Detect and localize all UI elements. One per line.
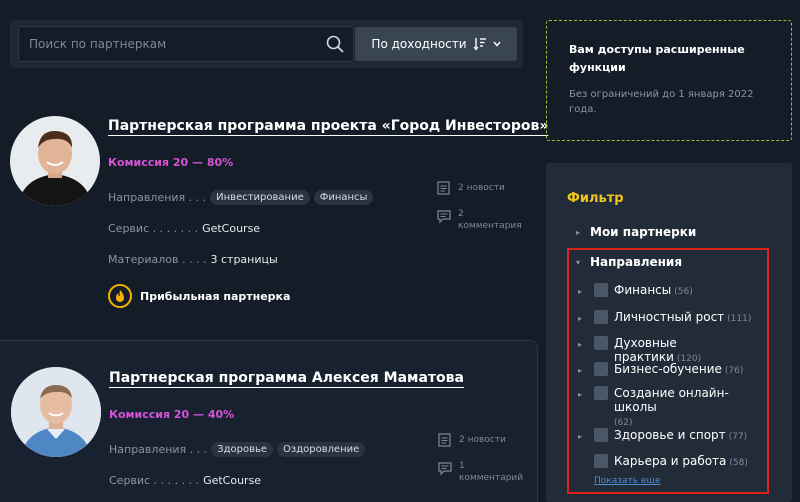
promo-title: Вам доступы расширенные функции xyxy=(569,43,745,74)
promo-text: Без ограничений до 1 января 2022 года. xyxy=(569,89,754,115)
news-count[interactable]: 2 новости xyxy=(436,180,505,196)
filter-my-partners[interactable]: ▸ Мои партнерки xyxy=(576,225,696,239)
highlight-frame xyxy=(567,248,769,494)
extended-access-notice: Вам доступы расширенные функции Без огра… xyxy=(546,20,792,141)
service-value: GetCourse xyxy=(202,222,261,235)
flame-icon xyxy=(108,284,132,308)
card-title[interactable]: Партнерская программа Алексея Маматова xyxy=(109,370,464,386)
search-icon[interactable] xyxy=(325,34,345,54)
chevron-down-icon xyxy=(493,41,501,47)
sort-label: По доходности xyxy=(371,37,467,51)
comment-icon xyxy=(437,210,451,224)
search-box xyxy=(18,26,354,62)
news-icon xyxy=(437,181,450,195)
directions-row: Направления . . . Здоровье Оздоровление xyxy=(109,442,366,457)
news-label: 2 новости xyxy=(459,435,506,445)
directions-label: Направления . . . xyxy=(108,191,207,204)
news-icon xyxy=(438,433,451,447)
materials-label: Материалов . . . . xyxy=(108,253,207,266)
service-value: GetCourse xyxy=(203,474,262,487)
news-count[interactable]: 2 новости xyxy=(437,432,506,448)
profitable-label: Прибыльная партнерка xyxy=(140,289,291,303)
avatar xyxy=(11,367,101,457)
partner-card: Партнерская программа Алексея Маматова К… xyxy=(0,340,538,502)
comments-label: 2 комментария xyxy=(458,209,522,231)
commission: Комиссия 20 — 80% xyxy=(108,156,234,169)
comments-label: 1 комментарий xyxy=(459,461,524,483)
tag[interactable]: Оздоровление xyxy=(277,442,366,457)
service-row: Сервис . . . . . . . GetCourse xyxy=(108,222,260,235)
tag[interactable]: Здоровье xyxy=(211,442,274,457)
comments-count[interactable]: 1 комментарий xyxy=(437,460,527,484)
directions-row: Направления . . . Инвестирование Финансы xyxy=(108,190,374,205)
search-bar: По доходности xyxy=(10,20,523,68)
service-row: Сервис . . . . . . . GetCourse xyxy=(109,474,261,487)
commission: Комиссия 20 — 40% xyxy=(109,408,235,421)
search-input[interactable] xyxy=(19,27,315,61)
profitable-badge: Прибыльная партнерка xyxy=(108,284,290,308)
tag[interactable]: Инвестирование xyxy=(210,190,310,205)
card-title[interactable]: Партнерская программа проекта «Город Инв… xyxy=(108,118,548,134)
directions-label: Направления . . . xyxy=(109,443,208,456)
partner-card: Партнерская программа проекта «Город Инв… xyxy=(0,90,548,330)
materials-value: 3 страницы xyxy=(210,253,278,266)
sort-button[interactable]: По доходности xyxy=(355,27,517,61)
service-label: Сервис . . . . . . . xyxy=(109,474,200,487)
sort-descending-icon xyxy=(473,38,486,51)
materials-row: Материалов . . . . 3 страницы xyxy=(108,253,278,266)
comments-count[interactable]: 2 комментария xyxy=(436,208,526,232)
service-label: Сервис . . . . . . . xyxy=(108,222,199,235)
tag[interactable]: Финансы xyxy=(313,190,374,205)
news-label: 2 новости xyxy=(458,183,505,193)
comment-icon xyxy=(438,462,452,476)
filter-my-partners-label: Мои партнерки xyxy=(590,225,697,239)
chevron-right-icon: ▸ xyxy=(576,227,581,237)
filter-title: Фильтр xyxy=(567,191,624,206)
avatar xyxy=(10,116,100,206)
